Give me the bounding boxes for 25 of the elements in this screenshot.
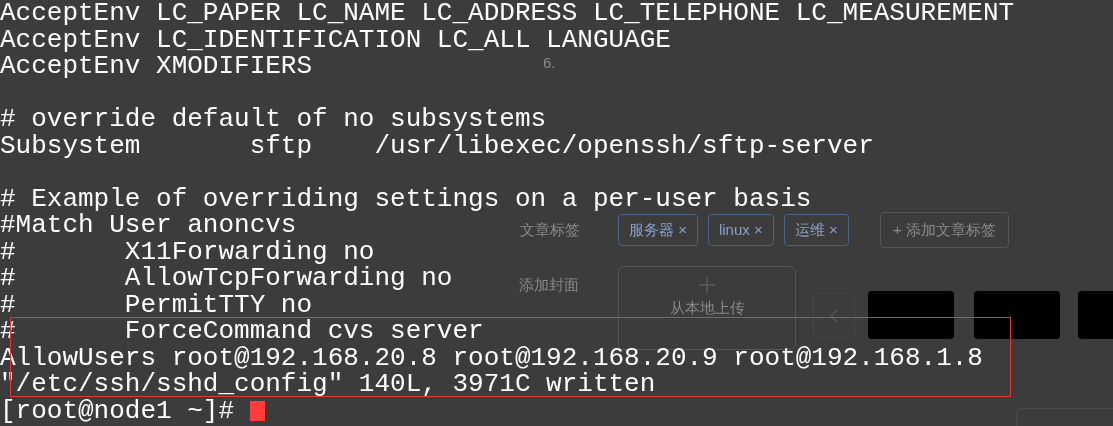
terminal-line: AcceptEnv XMODIFIERS <box>0 53 313 80</box>
plus-icon <box>699 277 715 293</box>
chevron-left-icon <box>830 308 838 323</box>
cover-label: 添加封面 <box>519 275 579 295</box>
terminal-line: # PermitTTY no <box>0 291 313 318</box>
terminal-line: # X11Forwarding no <box>0 238 375 265</box>
shell-prompt: [root@node1 ~]# <box>0 397 235 424</box>
tags-label: 文章标签 <box>520 220 580 240</box>
terminal-line: AcceptEnv LC_PAPER LC_NAME LC_ADDRESS LC_TELEPHONE LC_MEASUREMENT <box>0 0 1015 27</box>
tag-chip[interactable]: 运维 × <box>783 214 849 246</box>
cursor <box>249 400 265 421</box>
step-number: 6. <box>543 54 556 72</box>
terminal-line: #Match User anoncvs <box>0 212 297 239</box>
tag-chip[interactable]: 服务器 × <box>618 214 698 246</box>
terminal-line: AcceptEnv LC_IDENTIFICATION LC_ALL LANGUAGE <box>0 26 671 53</box>
terminal-line: # AllowTcpForwarding no <box>0 265 453 292</box>
thumbnail[interactable] <box>974 291 1060 339</box>
tag-chip[interactable]: linux × <box>707 214 774 246</box>
previous-button[interactable] <box>813 293 855 338</box>
terminal-line: # Example of overriding settings on a per-user basis <box>0 185 812 212</box>
thumbnail[interactable] <box>868 291 954 339</box>
terminal-line: Subsystem sftp /usr/libexec/openssh/sftp-server <box>0 132 874 159</box>
terminal-line: # override default of no subsystems <box>0 106 547 133</box>
upload-label: 从本地上传 <box>669 299 745 317</box>
add-tag-button[interactable]: + 添加文章标签 <box>880 212 1009 248</box>
